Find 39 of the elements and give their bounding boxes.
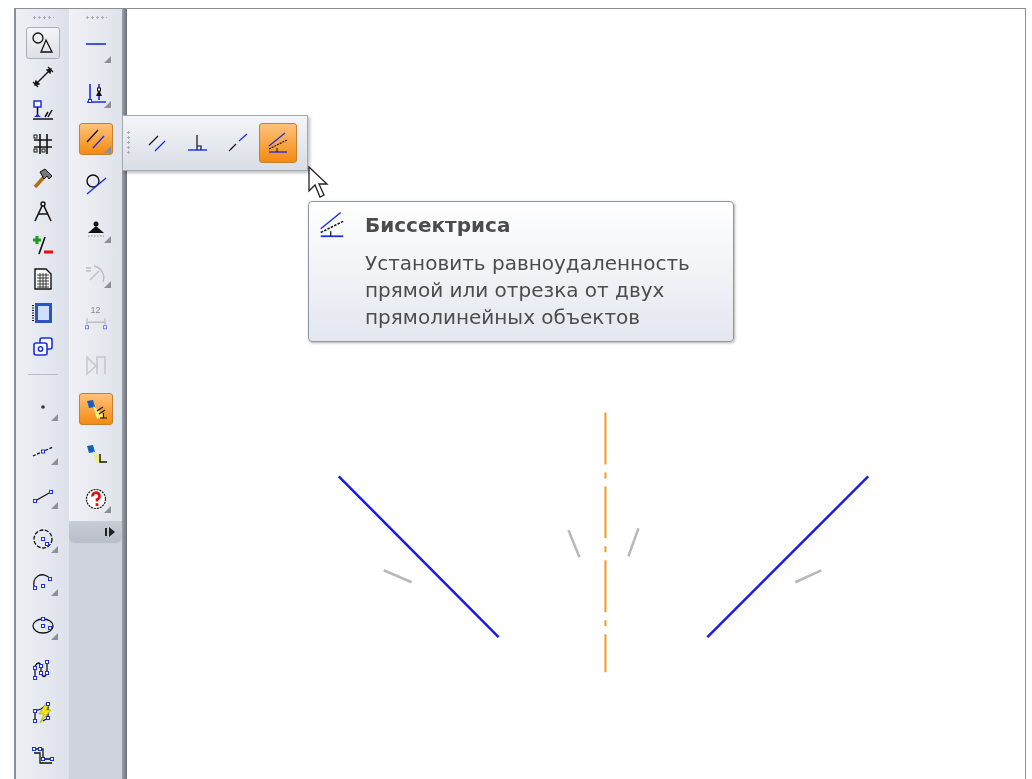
- corner-triangle-icon: [103, 100, 111, 108]
- help-icon: [83, 486, 108, 511]
- circle-triangle-icon: [30, 30, 55, 55]
- grip-handle[interactable]: [84, 16, 107, 19]
- corner-triangle-icon: [50, 458, 58, 466]
- circle-points-icon: [30, 526, 55, 551]
- dimension-icon: [30, 64, 55, 89]
- corner-triangle-icon: [50, 414, 58, 422]
- corner-triangle-icon: [103, 505, 111, 513]
- linear-dimension-icon: [84, 317, 107, 330]
- corner-triangle-icon: [103, 235, 111, 243]
- corner-triangle-icon: [50, 633, 58, 640]
- horizontal-line-icon: [85, 42, 106, 45]
- expand-tab[interactable]: [69, 521, 122, 543]
- grip-handle[interactable]: [31, 15, 54, 19]
- layers-icon: [30, 334, 55, 359]
- bisector-icon: [266, 131, 290, 155]
- angle-tick: [794, 569, 822, 584]
- tooltip-description: Установить равноудаленность прямой или отрезка от двух прямолинейных объектов: [365, 250, 691, 331]
- tool-button[interactable]: [78, 122, 113, 155]
- geometry-icon: [30, 98, 55, 123]
- lightning-icon: [30, 701, 55, 726]
- corner-triangle-icon: [103, 280, 111, 288]
- angle-tick: [567, 529, 581, 558]
- grid-icon: [30, 132, 55, 157]
- tooltip-title: Биссектриса: [365, 213, 512, 237]
- corner-triangle-icon: [50, 501, 58, 509]
- point-icon: [40, 405, 45, 410]
- corner-triangle-icon: [50, 545, 58, 553]
- corner-triangle-icon: [50, 589, 58, 597]
- tool-button[interactable]: [25, 26, 60, 59]
- expand-icon: [105, 527, 116, 537]
- corner-triangle-icon: [103, 145, 111, 153]
- icon-label: 12: [89, 305, 102, 315]
- angle-tick: [627, 527, 640, 557]
- corner-triangle-icon: [103, 55, 111, 63]
- tangent-circle-icon: [83, 171, 108, 196]
- window-icon: [30, 301, 55, 326]
- angle-tick: [383, 569, 413, 584]
